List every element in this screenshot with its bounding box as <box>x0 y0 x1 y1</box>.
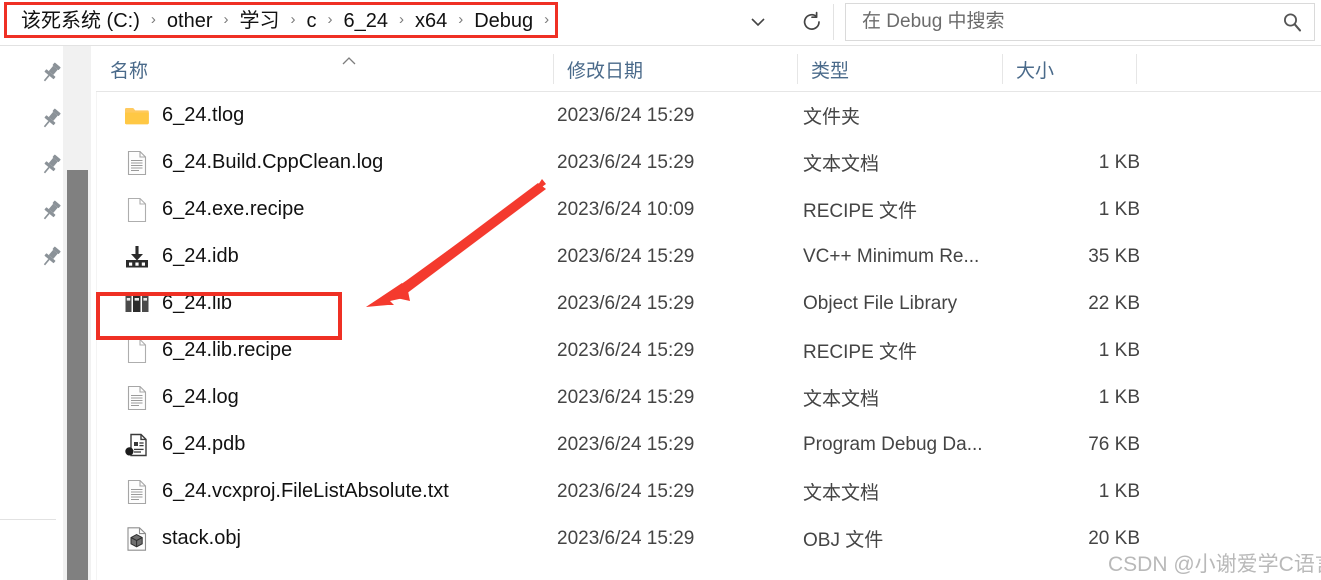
file-row[interactable]: 6_24.idb 2023/6/24 15:29 VC++ Minimum Re..… <box>96 233 1321 280</box>
file-row[interactable]: 6_24.pdb 2023/6/24 15:29 Program Debug Da.… <box>96 421 1321 468</box>
file-modified-date: 2023/6/24 15:29 <box>557 104 695 126</box>
address-bar: 该死系统 (C:) › other › 学习 › c › 6_24 › x64 › Debug › <box>0 0 1321 46</box>
file-modified-date: 2023/6/24 10:09 <box>557 198 695 220</box>
pin-icon[interactable] <box>38 60 64 86</box>
column-header-size[interactable]: 大小 <box>1002 46 1136 92</box>
vertical-scrollbar-thumb[interactable] <box>67 170 88 580</box>
file-modified-date: 2023/6/24 15:29 <box>557 151 695 173</box>
file-row[interactable]: 6_24.log 2023/6/24 15:29 文本文档 1 KB <box>96 374 1321 421</box>
file-modified-date: 2023/6/24 15:29 <box>557 527 695 549</box>
chevron-down-icon[interactable] <box>735 4 781 40</box>
rail-bottom-divider <box>0 519 56 520</box>
refresh-icon[interactable] <box>790 4 834 40</box>
csdn-watermark: CSDN @小谢爱学C语言 <box>1108 553 1321 576</box>
file-explorer-window: 该死系统 (C:) › other › 学习 › c › 6_24 › x64 › Debug › <box>0 0 1321 580</box>
file-type: RECIPE 文件 <box>803 342 918 363</box>
file-name[interactable]: 6_24.Build.CppClean.log <box>162 151 383 174</box>
text-file-icon <box>124 479 150 505</box>
file-name[interactable]: 6_24.pdb <box>162 433 245 456</box>
breadcrumb-separator-icon: › <box>458 11 464 28</box>
breadcrumb-item-1[interactable]: other <box>164 4 216 38</box>
column-divider[interactable] <box>797 54 798 84</box>
column-header-name[interactable]: 名称 <box>96 46 553 92</box>
file-type: 文本文档 <box>803 483 880 504</box>
breadcrumb-item-5[interactable]: x64 <box>412 4 450 38</box>
file-row[interactable]: 6_24.exe.recipe 2023/6/24 10:09 RECIPE 文件 1… <box>96 186 1321 233</box>
folder-icon <box>124 103 150 129</box>
breadcrumb-separator-icon: › <box>223 11 229 28</box>
file-name[interactable]: stack.obj <box>162 527 241 550</box>
file-name[interactable]: 6_24.vcxproj.FileListAbsolute.txt <box>162 480 449 503</box>
breadcrumb-separator-icon: › <box>327 11 333 28</box>
pin-icon[interactable] <box>38 198 64 224</box>
breadcrumb-separator-icon: › <box>290 11 296 28</box>
column-header-type[interactable]: 类型 <box>797 46 1002 92</box>
file-modified-date: 2023/6/24 15:29 <box>557 245 695 267</box>
column-header-row: 名称 修改日期 类型 大小 <box>96 46 1321 92</box>
file-size: 22 KB <box>1088 292 1140 314</box>
file-name[interactable]: 6_24.idb <box>162 245 239 268</box>
file-name[interactable]: 6_24.log <box>162 386 239 409</box>
file-type: OBJ 文件 <box>803 530 884 551</box>
file-modified-date: 2023/6/24 15:29 <box>557 433 695 455</box>
file-size: 20 KB <box>1088 527 1140 549</box>
text-file-icon <box>124 150 150 176</box>
pin-icon[interactable] <box>38 106 64 132</box>
pdb-file-icon <box>124 432 150 458</box>
file-modified-date: 2023/6/24 15:29 <box>557 386 695 408</box>
file-size: 1 KB <box>1098 198 1140 220</box>
file-row[interactable]: 6_24.vcxproj.FileListAbsolute.txt 2023/6/… <box>96 468 1321 515</box>
file-name[interactable]: 6_24.lib <box>162 292 232 315</box>
idb-file-icon <box>124 244 150 270</box>
file-type: 文本文档 <box>803 154 880 175</box>
pin-icon[interactable] <box>38 244 64 270</box>
breadcrumb-item-6[interactable]: Debug <box>471 4 536 38</box>
breadcrumb-item-3[interactable]: c <box>303 4 319 38</box>
blank-file-icon <box>124 338 150 364</box>
file-size: 76 KB <box>1088 433 1140 455</box>
breadcrumb[interactable]: 该死系统 (C:) › other › 学习 › c › 6_24 › x64 › Debug › <box>8 4 557 38</box>
file-size: 1 KB <box>1098 151 1140 173</box>
file-name[interactable]: 6_24.tlog <box>162 104 244 127</box>
file-list[interactable]: 6_24.tlog 2023/6/24 15:29 文件夹 6_24.Build.Cp… <box>96 92 1321 580</box>
file-size: 1 KB <box>1098 339 1140 361</box>
file-type: 文件夹 <box>803 107 861 128</box>
file-type: RECIPE 文件 <box>803 201 918 222</box>
breadcrumb-separator-icon: › <box>544 11 550 28</box>
file-name[interactable]: 6_24.lib.recipe <box>162 339 292 362</box>
pin-icon[interactable] <box>38 152 64 178</box>
blank-file-icon <box>124 197 150 223</box>
search-input[interactable] <box>846 10 1270 34</box>
file-size: 35 KB <box>1088 245 1140 267</box>
column-divider[interactable] <box>553 54 554 84</box>
file-name[interactable]: 6_24.exe.recipe <box>162 198 304 221</box>
breadcrumb-separator-icon: › <box>150 11 156 28</box>
file-size: 1 KB <box>1098 480 1140 502</box>
sort-ascending-icon <box>340 54 358 66</box>
file-modified-date: 2023/6/24 15:29 <box>557 480 695 502</box>
file-row[interactable]: 6_24.tlog 2023/6/24 15:29 文件夹 <box>96 92 1321 139</box>
column-divider[interactable] <box>1136 54 1137 84</box>
file-modified-date: 2023/6/24 15:29 <box>557 339 695 361</box>
library-icon <box>124 291 150 317</box>
obj-file-icon <box>124 526 150 552</box>
breadcrumb-separator-icon: › <box>398 11 404 28</box>
breadcrumb-item-4[interactable]: 6_24 <box>340 4 391 38</box>
file-row[interactable]: 6_24.Build.CppClean.log 2023/6/24 15:29 文本… <box>96 139 1321 186</box>
search-icon[interactable] <box>1270 4 1314 40</box>
file-size: 1 KB <box>1098 386 1140 408</box>
search-box[interactable] <box>845 3 1315 41</box>
breadcrumb-item-0[interactable]: 该死系统 (C:) <box>18 4 143 38</box>
text-file-icon <box>124 385 150 411</box>
file-row[interactable]: 6_24.lib.recipe 2023/6/24 15:29 RECIPE 文件 1… <box>96 327 1321 374</box>
file-modified-date: 2023/6/24 15:29 <box>557 292 695 314</box>
file-row[interactable]: 6_24.lib 2023/6/24 15:29 Object File Libra… <box>96 280 1321 327</box>
column-divider[interactable] <box>1002 54 1003 84</box>
column-header-date[interactable]: 修改日期 <box>553 46 797 92</box>
file-type: 文本文档 <box>803 389 880 410</box>
breadcrumb-item-2[interactable]: 学习 <box>236 4 282 38</box>
